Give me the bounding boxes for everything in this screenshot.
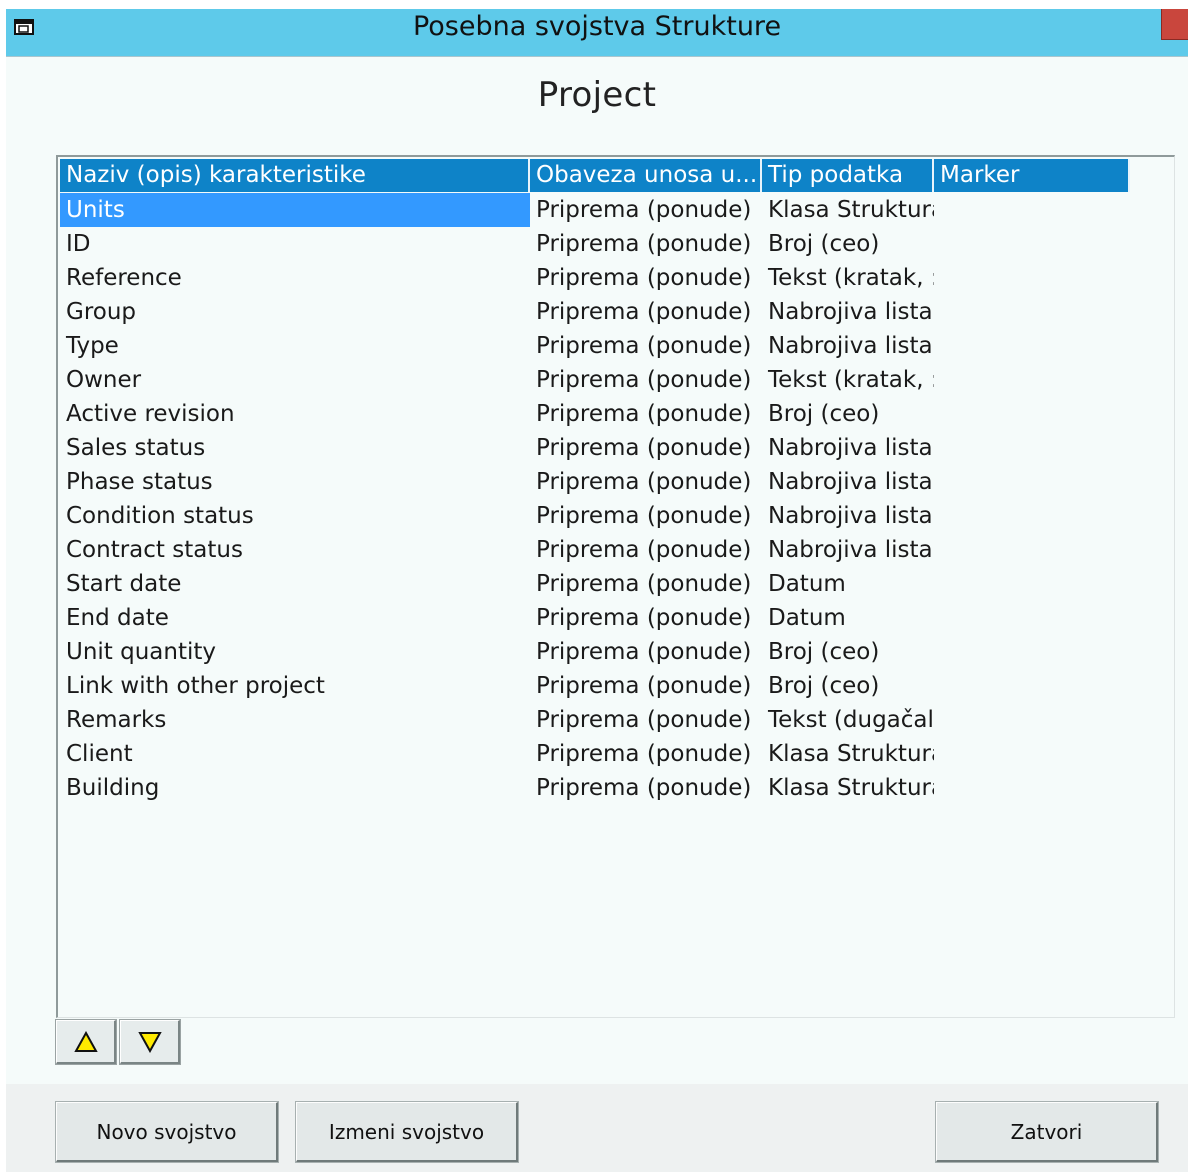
list-cell: Datum	[768, 605, 846, 631]
dialog-window: Posebna svojstva Strukture Project Naziv…	[6, 9, 1188, 1172]
list-cell	[934, 295, 1130, 329]
list-cell	[934, 431, 1130, 465]
list-cell	[934, 193, 1130, 227]
list-cell: Phase status	[66, 469, 213, 495]
list-cell	[934, 737, 1130, 771]
list-cell: Priprema (ponude)	[536, 401, 752, 427]
list-cell: Active revision	[66, 401, 235, 427]
list-cell: Priprema (ponude)	[536, 197, 752, 223]
list-cell: Nabrojiva lista	[768, 299, 933, 325]
list-cell: Klasa Struktura	[768, 775, 934, 801]
properties-list[interactable]: Naziv (opis) karakteristike Obaveza unosa…	[56, 155, 1175, 1018]
list-cell: Remarks	[66, 707, 167, 733]
list-cell: Priprema (ponude)	[536, 673, 752, 699]
list-cell: Building	[66, 775, 160, 801]
column-header[interactable]: Tip podatka	[762, 159, 934, 192]
list-cell: Priprema (ponude)	[536, 299, 752, 325]
list-cell: Priprema (ponude)	[536, 639, 752, 665]
list-cell: Link with other project	[66, 673, 325, 699]
list-cell: Reference	[66, 265, 182, 291]
list-cell	[934, 397, 1130, 431]
list-cell: Owner	[66, 367, 142, 393]
list-cell: Condition status	[66, 503, 254, 529]
column-header[interactable]: Marker	[934, 159, 1130, 192]
list-cell	[934, 261, 1130, 295]
window-title: Posebna svojstva Strukture	[412, 11, 782, 42]
list-cell: Contract status	[66, 537, 243, 563]
list-cell	[934, 771, 1130, 805]
list-cell	[934, 499, 1130, 533]
list-cell: Priprema (ponude)	[536, 469, 752, 495]
list-cell	[934, 601, 1130, 635]
list-cell: Broj (ceo)	[768, 673, 880, 699]
list-cell	[934, 227, 1130, 261]
list-cell	[934, 465, 1130, 499]
list-cell	[934, 703, 1130, 737]
list-cell: End date	[66, 605, 169, 631]
list-cell: Priprema (ponude)	[536, 571, 752, 597]
list-cell: Nabrojiva lista	[768, 537, 933, 563]
list-cell	[934, 567, 1130, 601]
list-cell: Tekst (kratak, :	[768, 367, 934, 393]
list-cell	[934, 363, 1130, 397]
move-down-button[interactable]	[119, 1019, 181, 1065]
list-cell	[934, 635, 1130, 669]
triangle-up-icon	[74, 1031, 98, 1052]
list-cell: Priprema (ponude)	[536, 605, 752, 631]
column-header[interactable]: Obaveza unosa u...	[530, 159, 762, 192]
list-cell: Nabrojiva lista	[768, 503, 933, 529]
list-cell: Priprema (ponude)	[536, 333, 752, 359]
list-cell: Tekst (dugačal	[768, 707, 934, 733]
list-cell: Priprema (ponude)	[536, 367, 752, 393]
title-bar[interactable]: Posebna svojstva Strukture	[6, 9, 1188, 57]
move-up-button[interactable]	[55, 1019, 117, 1065]
list-cell	[934, 329, 1130, 363]
list-cell	[934, 533, 1130, 567]
list-cell: Nabrojiva lista	[768, 469, 933, 495]
list-cell: Datum	[768, 571, 846, 597]
column-header[interactable]: Naziv (opis) karakteristike	[60, 159, 530, 192]
list-cell	[934, 669, 1130, 703]
list-cell: Priprema (ponude)	[536, 503, 752, 529]
list-cell: Klasa Struktura	[768, 197, 934, 223]
list-cell: Nabrojiva lista	[768, 435, 933, 461]
list-cell: Sales status	[66, 435, 206, 461]
list-cell: Priprema (ponude)	[536, 537, 752, 563]
list-cell: Priprema (ponude)	[536, 231, 752, 257]
list-cell: Broj (ceo)	[768, 231, 880, 257]
list-cell: Broj (ceo)	[768, 639, 880, 665]
list-cell: Start date	[66, 571, 182, 597]
list-cell: Priprema (ponude)	[536, 741, 752, 767]
list-cell: Unit quantity	[66, 639, 217, 665]
list-cell: Priprema (ponude)	[536, 775, 752, 801]
list-cell: Client	[66, 741, 133, 767]
new-property-button[interactable]: Novo svojstvo	[55, 1101, 279, 1163]
close-button[interactable]: Zatvori	[935, 1101, 1159, 1163]
triangle-down-icon	[138, 1032, 162, 1053]
list-cell: Klasa Struktura	[768, 741, 934, 767]
list-cell: Group	[66, 299, 137, 325]
page-title: Project	[537, 75, 657, 115]
edit-property-button[interactable]: Izmeni svojstvo	[295, 1101, 519, 1163]
list-cell: Tekst (kratak, :	[768, 265, 934, 291]
list-cell: Priprema (ponude)	[536, 707, 752, 733]
list-cell: Broj (ceo)	[768, 401, 880, 427]
list-cell: Priprema (ponude)	[536, 435, 752, 461]
list-cell: Nabrojiva lista	[768, 333, 933, 359]
close-window-button[interactable]	[1161, 9, 1188, 40]
list-cell: Type	[66, 333, 119, 359]
list-cell: Priprema (ponude)	[536, 265, 752, 291]
list-cell: ID	[66, 231, 91, 257]
list-cell: Units	[60, 193, 530, 227]
